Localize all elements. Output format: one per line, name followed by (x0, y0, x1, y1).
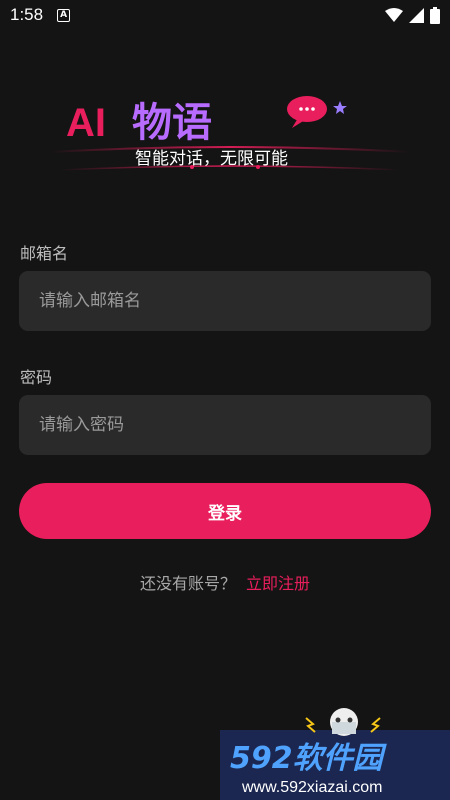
status-time: 1:58 (10, 5, 44, 24)
login-screen: 1:58 A AI 物语 智能对话，无限可能 邮箱名 请输入邮箱名 密码 登录 … (0, 0, 450, 800)
logo-title: 物语 (132, 100, 212, 146)
email-label: 邮箱名 (20, 244, 69, 263)
status-icons (385, 6, 440, 24)
signal-icon (409, 7, 424, 23)
email-field[interactable] (19, 271, 431, 331)
watermark: 592软件园 www.592xiazai.com (220, 708, 450, 800)
watermark-brand: 592软件园 (230, 741, 388, 776)
password-label: 密码 (20, 368, 53, 387)
logo-ai-text: AI (66, 101, 106, 145)
no-account-text: 还没有账号？ (139, 574, 236, 593)
logo-tagline: 智能对话，无限可能 (135, 149, 288, 169)
watermark-url: www.592xiazai.com (241, 779, 383, 796)
password-field[interactable] (19, 395, 431, 455)
battery-icon (430, 6, 440, 24)
notification-icon: A (57, 8, 71, 22)
star-icon (333, 101, 347, 114)
chat-bubble-icon (287, 96, 327, 128)
login-button[interactable]: 登录 (19, 483, 431, 539)
app-logo: AI 物语 智能对话，无限可能 (49, 96, 411, 171)
register-link[interactable]: 立即注册 (246, 574, 310, 593)
register-row: 还没有账号？ 立即注册 (0, 570, 450, 594)
wifi-icon (385, 8, 403, 22)
status-bar: 1:58 A (0, 0, 450, 30)
